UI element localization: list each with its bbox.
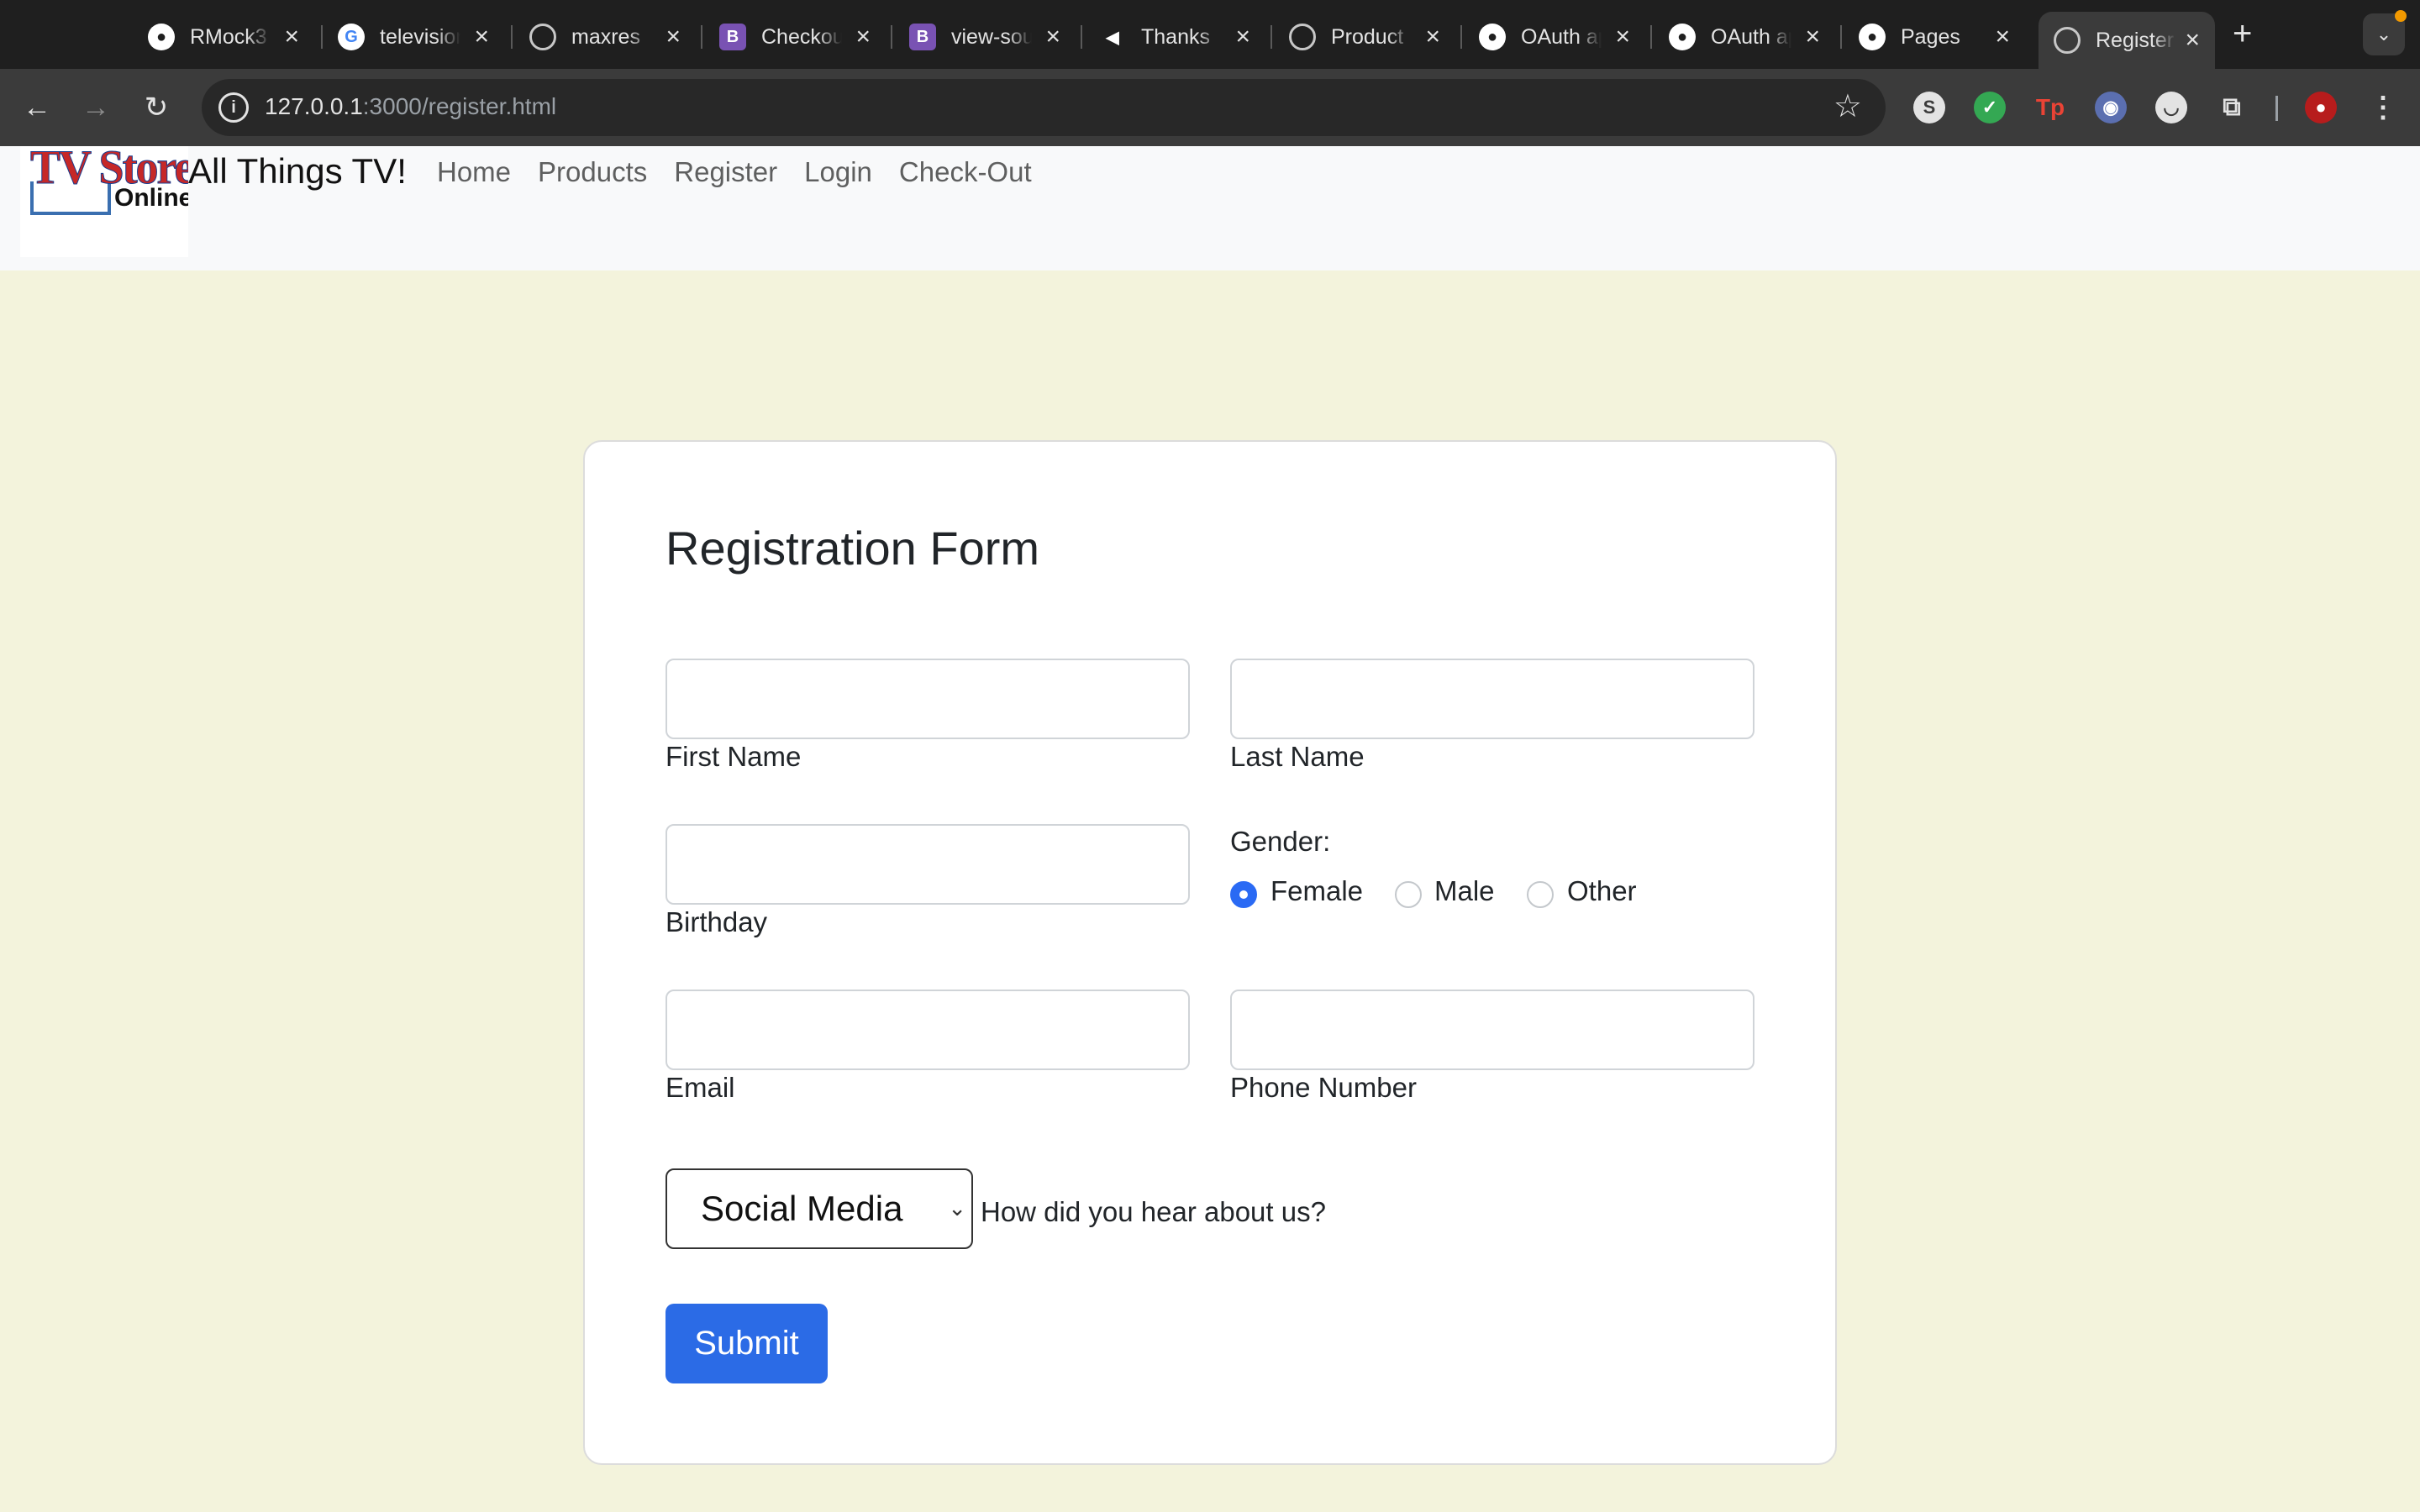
nav-link-register[interactable]: Register [674,156,777,188]
browser-tab[interactable]: G television × [338,12,489,62]
browser-tab[interactable]: B view-source × [909,12,1060,62]
extension-face-icon[interactable]: ◡ [2155,92,2187,123]
gender-radio-female[interactable] [1230,881,1257,908]
browser-tab[interactable]: Product × [1289,12,1440,62]
back-button[interactable]: ← [15,86,59,129]
reload-button[interactable]: ↻ [134,86,178,129]
phone-label: Phone Number [1230,1072,1417,1103]
notification-dot [2395,10,2407,22]
browser-menu-icon[interactable]: ⋮ [2367,92,2399,123]
new-tab-button[interactable]: + [2233,15,2252,53]
browser-tab-strip: ● RMock3 × G television × maxres × B Che… [0,0,2420,69]
github-icon: ● [1479,24,1506,50]
vercel-icon: ◀ [1106,28,1119,47]
site-brand[interactable]: All Things TV! [188,151,407,192]
nav-link-login[interactable]: Login [804,156,872,188]
browser-tab[interactable]: ● OAuth app × [1479,12,1630,62]
close-tab-icon[interactable]: × [855,24,871,50]
browser-tab[interactable]: ● OAuth app × [1669,12,1820,62]
gender-option-label[interactable]: Female [1270,875,1363,907]
birthday-label: Birthday [666,906,768,937]
browser-toolbar: ← → ↻ i 127.0.0.1:3000/register.html ☆ S… [0,69,2420,146]
extension-thumb-icon[interactable]: ✓ [1974,92,2006,123]
close-tab-icon[interactable]: × [1045,24,1060,50]
extension-feed-icon[interactable]: ◉ [2095,92,2127,123]
bootstrap-icon: B [719,24,746,50]
birthday-input[interactable] [666,824,1190,905]
chevron-down-icon: ⌄ [948,1195,966,1221]
extension-s-icon[interactable]: S [1913,92,1945,123]
url-text: 127.0.0.1:3000/register.html [265,93,557,119]
extension-tp-icon[interactable]: Tp [2034,92,2066,123]
email-label: Email [666,1072,735,1103]
last-name-input[interactable] [1230,659,1754,739]
browser-tab[interactable]: ● RMock3 × [148,12,299,62]
forward-button[interactable]: → [74,86,118,129]
site-info-icon[interactable]: i [218,92,249,123]
globe-icon [529,24,556,50]
close-tab-icon[interactable]: × [1805,24,1820,50]
google-icon: G [338,24,365,50]
email-input[interactable] [666,990,1190,1070]
github-icon: ● [148,24,175,50]
gender-radio-other[interactable] [1527,881,1554,908]
submit-button[interactable]: Submit [666,1304,828,1383]
first-name-input[interactable] [666,659,1190,739]
address-bar[interactable]: i 127.0.0.1:3000/register.html ☆ [202,79,1886,136]
site-logo[interactable]: TV Store Online [20,146,188,257]
github-icon: ● [1669,24,1696,50]
globe-icon [1289,24,1316,50]
gender-option-label[interactable]: Other [1567,875,1637,907]
browser-tab[interactable]: maxres × [529,12,681,62]
close-tab-icon[interactable]: × [1615,24,1630,50]
close-tab-icon[interactable]: × [2185,28,2200,53]
close-tab-icon[interactable]: × [474,24,489,50]
bookmark-star-icon[interactable]: ☆ [1833,87,1862,125]
phone-input[interactable] [1230,990,1754,1070]
extensions-puzzle-icon[interactable]: ⧉ [2216,92,2248,123]
bootstrap-icon: B [909,24,936,50]
first-name-label: First Name [666,741,802,772]
gender-option-label[interactable]: Male [1434,875,1495,907]
nav-link-home[interactable]: Home [437,156,511,188]
close-tab-icon[interactable]: × [1235,24,1250,50]
last-name-label: Last Name [1230,741,1365,772]
browser-tab-active[interactable]: Register × [2039,12,2215,69]
referral-help-text: How did you hear about us? [981,1196,1326,1227]
close-tab-icon[interactable]: × [284,24,299,50]
site-nav-links: Home Products Register Login Check-Out [437,156,1059,188]
browser-tab[interactable]: B Checkout × [719,12,871,62]
close-tab-icon[interactable]: × [1995,24,2010,50]
browser-tab[interactable]: ◀ Thanks × [1099,12,1250,62]
github-icon: ● [1859,24,1886,50]
globe-icon [2054,27,2081,54]
gender-label: Gender: [1230,826,1331,857]
referral-select[interactable]: Social Media ⌄ [666,1168,973,1249]
profile-avatar[interactable]: ● [2305,92,2337,123]
nav-link-products[interactable]: Products [538,156,647,188]
close-tab-icon[interactable]: × [666,24,681,50]
nav-link-checkout[interactable]: Check-Out [899,156,1032,188]
browser-tab[interactable]: ● Pages × [1859,12,2010,62]
form-title: Registration Form [666,522,1040,575]
gender-radio-male[interactable] [1395,881,1422,908]
close-tab-icon[interactable]: × [1425,24,1440,50]
